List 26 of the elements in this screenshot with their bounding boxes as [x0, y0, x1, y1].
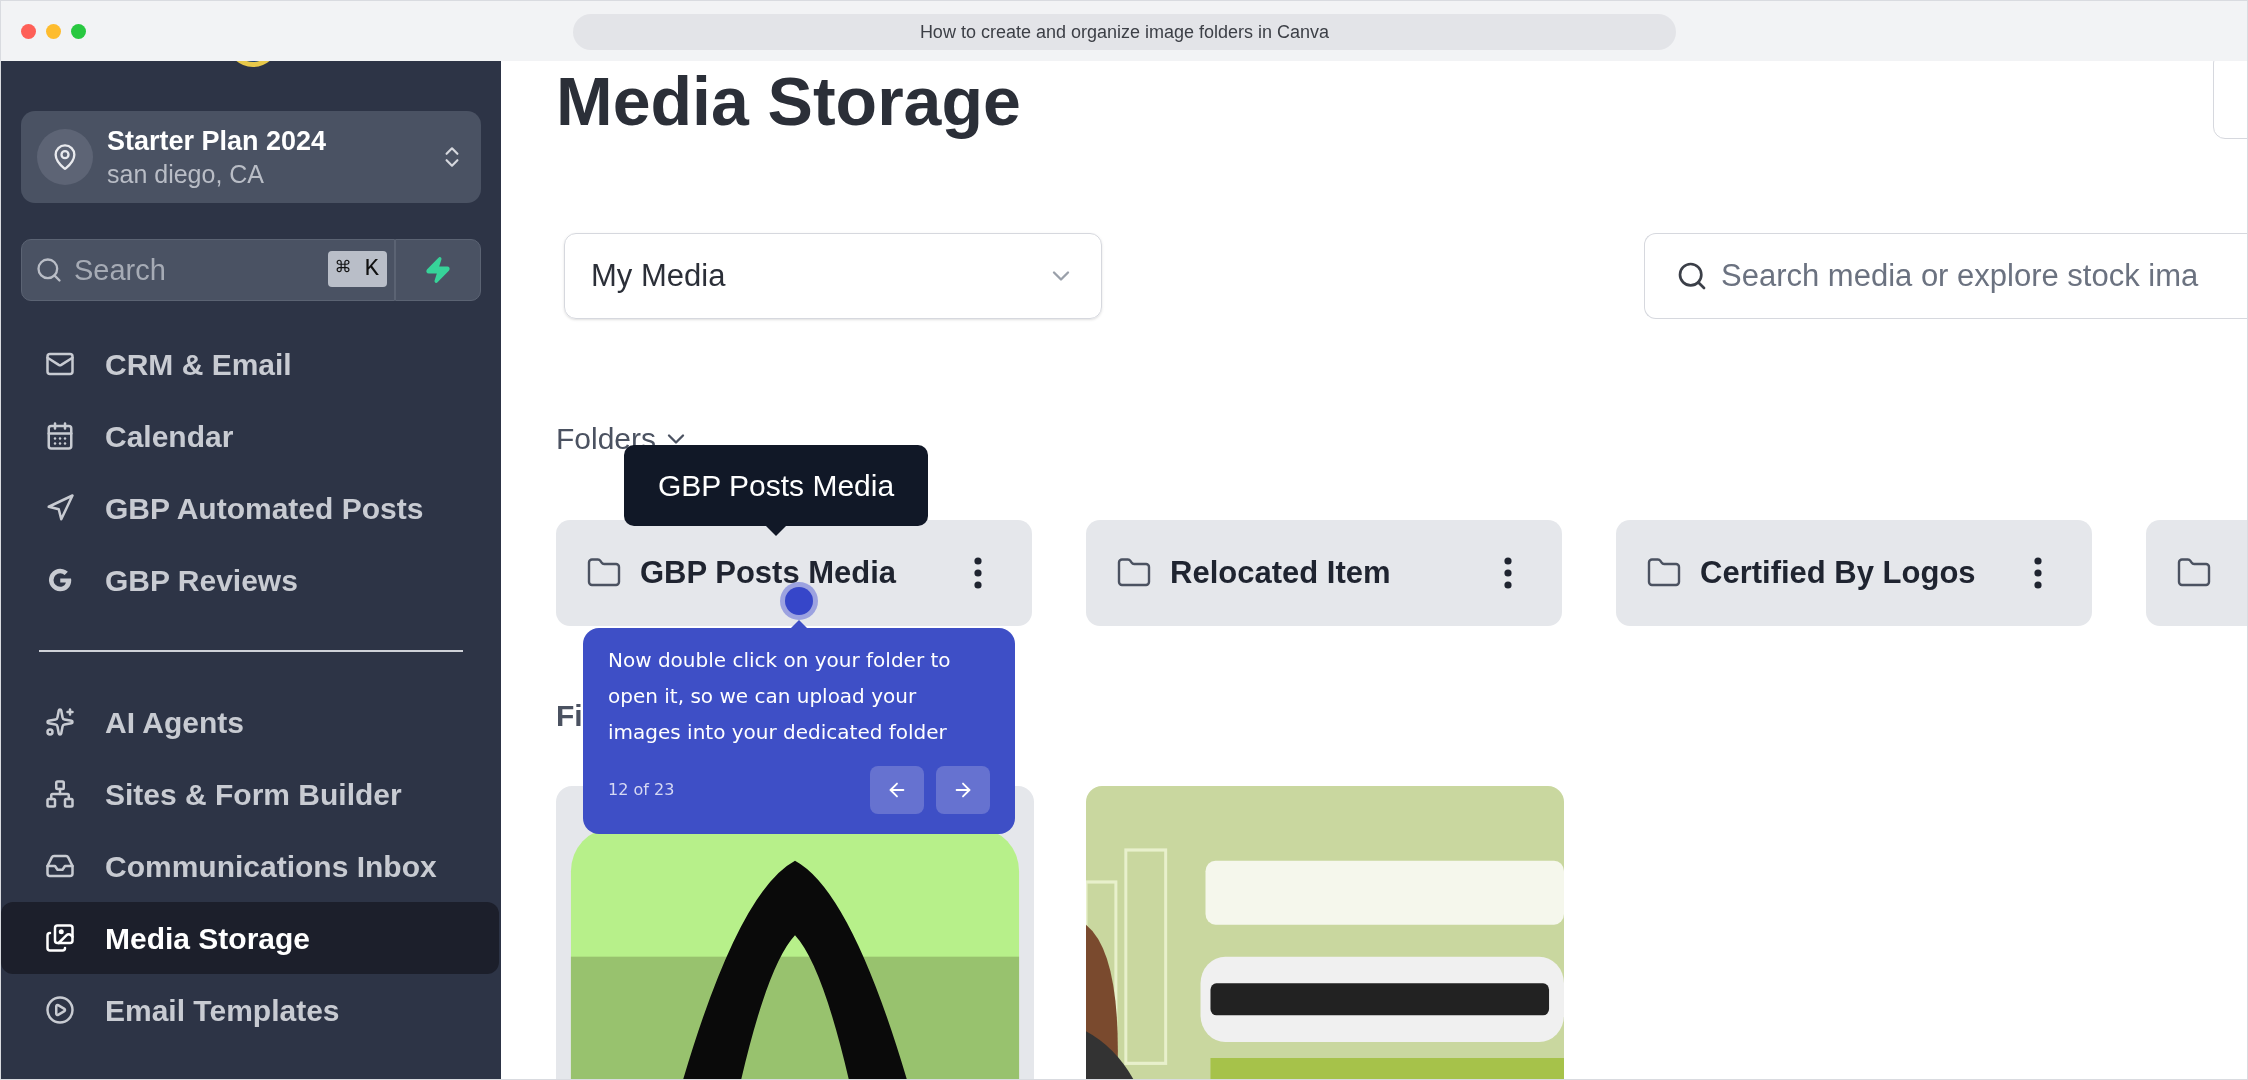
sidebar-item[interactable]: CRM & Email [1, 328, 499, 400]
sidebar-item[interactable]: AI Agents [1, 686, 499, 758]
account-switcher[interactable]: Starter Plan 2024 san diego, CA [21, 111, 481, 203]
folder-name: GBP Posts Media [640, 553, 897, 592]
address-bar[interactable]: How to create and organize image folders in Canva [573, 14, 1676, 50]
sidebar-item[interactable]: Communications Inbox [1, 830, 499, 902]
sidebar-item[interactable]: Sites & Form Builder [1, 758, 499, 830]
sidebar-item[interactable]: Media Storage [1, 902, 499, 974]
shortcut-key: ⌘ K [327, 251, 387, 287]
media-source-select[interactable]: My Media [564, 233, 1102, 319]
folder-card[interactable]: Relocated Item [1086, 520, 1562, 626]
folder-name: Certified By Logos [1700, 553, 1976, 592]
account-name: Starter Plan 2024 [107, 125, 328, 158]
folder-card[interactable]: Certified By Logos [1616, 520, 2092, 626]
account-location: san diego, CA [107, 159, 266, 190]
sidebar-item[interactable]: GBP Automated Posts [1, 472, 499, 544]
sidebar-item[interactable]: Calendar [1, 400, 499, 472]
page-title: Media Storage [556, 62, 1021, 141]
sidebar-item[interactable]: GBP Reviews [1, 544, 499, 616]
media-search-field[interactable]: Search media or explore stock ima [1644, 233, 2247, 319]
folder-card[interactable]: GBP Posts Media [556, 520, 1032, 626]
step-counter: 12 of 23 [608, 779, 675, 801]
folder-name: Relocated Item [1170, 553, 1391, 592]
sidebar-item[interactable]: Email Templates [1, 974, 499, 1046]
section-label: Fi [556, 699, 583, 732]
guide-text: Now double click on your folder to open it, so we can upload your images into your dedicated folder [608, 647, 952, 746]
